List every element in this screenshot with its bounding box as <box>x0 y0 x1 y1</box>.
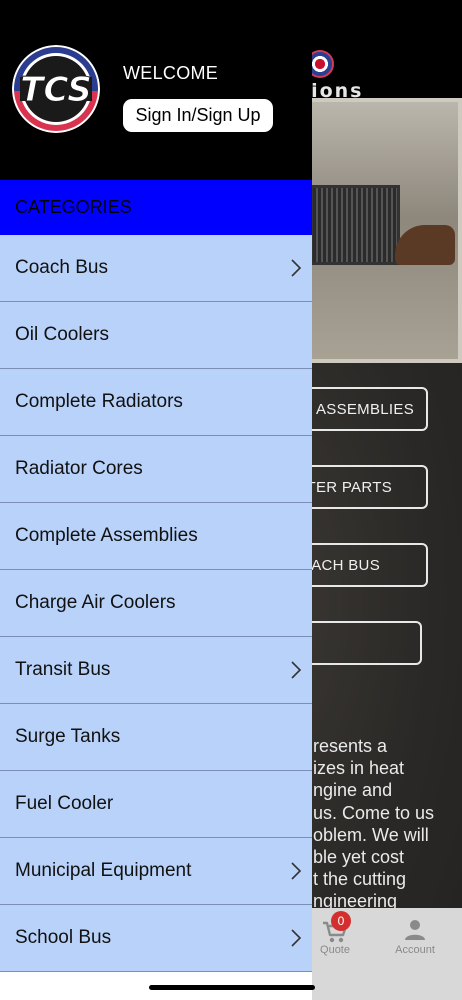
category-label: Fuel Cooler <box>15 793 114 814</box>
category-item[interactable]: Complete Radiators <box>0 369 312 436</box>
tab-account-label: Account <box>395 944 435 956</box>
intro-line: t the cutting <box>313 869 407 890</box>
category-label: Complete Radiators <box>15 391 183 412</box>
tab-account[interactable]: Account <box>385 912 445 972</box>
intro-line: ngine and <box>313 780 393 801</box>
side-drawer: TCS WELCOME Sign In/Sign Up CATEGORIES C… <box>0 0 315 1000</box>
category-item[interactable]: Charge Air Coolers <box>0 570 312 637</box>
category-item[interactable]: Radiator Cores <box>0 436 312 503</box>
account-icon <box>405 920 425 940</box>
category-item[interactable]: Fuel Cooler <box>0 771 312 838</box>
categories-header: CATEGORIES <box>0 180 312 235</box>
category-item[interactable]: Complete Assemblies <box>0 503 312 570</box>
sign-in-button[interactable]: Sign In/Sign Up <box>123 99 273 132</box>
radiator-image <box>310 185 400 265</box>
intro-line: oblem. We will <box>313 824 429 845</box>
intro-paragraph: resents a izes in heat ngine and us. Com… <box>313 735 462 913</box>
tcs-logo: TCS <box>12 45 100 133</box>
category-label: Surge Tanks <box>15 726 121 747</box>
category-label: Complete Assemblies <box>15 525 198 546</box>
welcome-label: WELCOME <box>123 63 219 83</box>
category-label: School Bus <box>15 927 112 948</box>
category-label: Radiator Cores <box>15 458 143 479</box>
category-item[interactable]: School Bus <box>0 905 312 972</box>
category-label: Transit Bus <box>15 659 111 680</box>
tcs-logo-text: TCS <box>20 70 91 110</box>
intro-line: resents a <box>313 736 388 756</box>
category-item[interactable]: Municipal Equipment <box>0 838 312 905</box>
home-indicator <box>149 985 315 990</box>
intro-line: us. Come to us <box>313 802 435 823</box>
category-label: Charge Air Coolers <box>15 592 176 613</box>
category-item[interactable]: Oil Coolers <box>0 302 312 369</box>
chevron-right-icon <box>291 661 302 679</box>
category-label: Coach Bus <box>15 257 108 278</box>
chevron-right-icon <box>291 862 302 880</box>
intro-line: izes in heat <box>313 758 405 779</box>
category-item[interactable]: Coach Bus <box>0 235 312 302</box>
drawer-header: TCS WELCOME Sign In/Sign Up <box>0 0 312 180</box>
category-label: Oil Coolers <box>15 324 109 345</box>
category-label: Municipal Equipment <box>15 860 192 881</box>
category-item[interactable]: Surge Tanks <box>0 704 312 771</box>
category-item[interactable]: Transit Bus <box>0 637 312 704</box>
intro-line: ble yet cost <box>313 847 405 868</box>
chevron-right-icon <box>291 259 302 277</box>
categories-title: CATEGORIES <box>15 197 132 217</box>
quote-count-badge: 0 <box>331 911 351 931</box>
category-list: Coach Bus Oil Coolers Complete Radiators Ra… <box>0 235 312 972</box>
chevron-right-icon <box>291 929 302 947</box>
